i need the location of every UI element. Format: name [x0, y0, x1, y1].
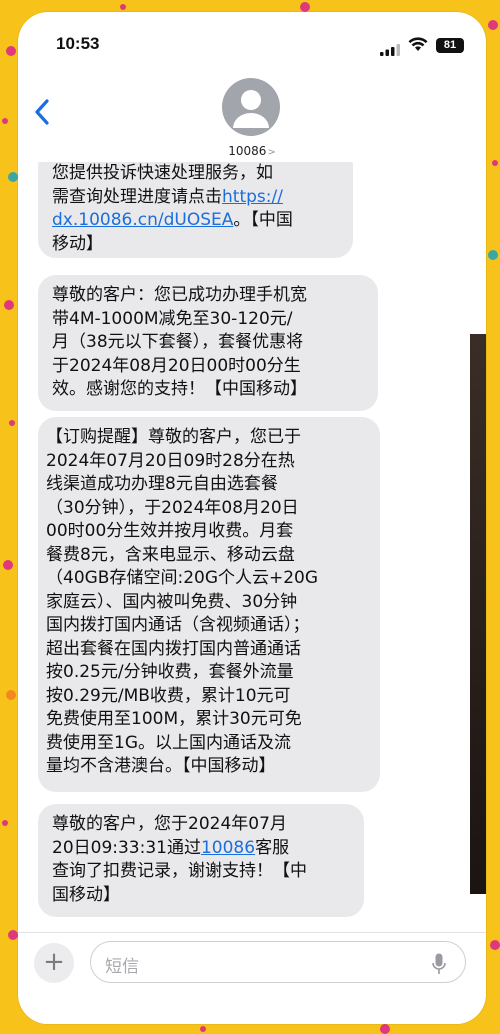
background-dot	[488, 20, 498, 30]
message-line: 20日09:33:31通过10086客服	[52, 837, 290, 858]
message-line: 线渠道成功办理8元自由选套餐	[46, 474, 278, 494]
person-icon	[233, 90, 269, 128]
message-line: 家庭云）、国内被叫免费、30分钟	[46, 591, 298, 612]
plus-icon: +	[43, 947, 65, 977]
microphone-icon[interactable]	[432, 953, 446, 979]
message-thread: 您提供投诉快速处理服务，如 需查询处理进度请点击https:// dx.1008…	[18, 162, 486, 932]
battery-indicator: 81	[436, 38, 464, 53]
message-input[interactable]: 短信	[90, 941, 466, 983]
conversation-header: 10086>	[18, 62, 486, 162]
background-dot	[6, 690, 16, 700]
message-line: 月（38元以下套餐），套餐优惠将	[52, 332, 304, 352]
message-line: 效。感谢您的支持！【中国移动】	[52, 379, 307, 399]
contact-name[interactable]: 10086	[228, 144, 266, 158]
message-line: 移动】	[52, 233, 103, 254]
message-composer: + 短信	[18, 932, 486, 1024]
message-line: 您提供投诉快速处理服务，如	[52, 163, 273, 183]
message-line: 尊敬的客户，您于2024年07月	[52, 814, 287, 834]
message-line: 按0.25元/分钟收费，套餐外流量	[46, 662, 294, 682]
message-line: 按0.29元/MB收费，累计10元可	[46, 685, 291, 706]
message-line: 国移动】	[52, 884, 120, 905]
message-line: （40GB存储空间:20G个人云+20G	[46, 568, 319, 588]
background-dot	[492, 160, 498, 166]
message-line: 国内拨打国内通话（含视频通话）；	[46, 615, 310, 635]
message-line: 2024年07月20日09时28分在热	[46, 450, 295, 471]
message-line: 查询了扣费记录，谢谢支持！【中	[52, 861, 307, 881]
message-bubble[interactable]: 【订购提醒】尊敬的客户，您已于 2024年07月20日09时28分在热 线渠道成…	[38, 417, 380, 792]
status-bar: 10:53 81	[18, 12, 486, 62]
background-dot	[8, 930, 18, 940]
message-bubble[interactable]: 您提供投诉快速处理服务，如 需查询处理进度请点击https:// dx.1008…	[38, 162, 353, 258]
back-chevron-icon[interactable]	[34, 98, 50, 130]
background-dot	[300, 2, 310, 12]
message-line: 超出套餐在国内拨打国内普通通话	[46, 638, 301, 659]
background-dot	[200, 1026, 206, 1032]
background-dot	[6, 46, 16, 56]
message-line: 量均不含港澳台。【中国移动】	[46, 756, 276, 776]
message-line: （30分钟），于2024年08月20日	[46, 497, 299, 518]
message-line: 于2024年08月20日00时00分生	[52, 355, 301, 376]
contact-avatar[interactable]	[222, 78, 280, 136]
wifi-icon	[408, 37, 428, 56]
message-link[interactable]: https://	[222, 187, 283, 207]
background-dot	[488, 250, 498, 260]
message-link[interactable]: 10086	[201, 838, 255, 858]
message-line: 00时00分生效并按月收费。月套	[46, 521, 294, 541]
background-dot	[9, 420, 15, 426]
background-dot	[2, 118, 8, 124]
message-line: 尊敬的客户：您已成功办理手机宽	[52, 285, 307, 305]
message-line: 免费使用至100M，累计30元可免	[46, 709, 302, 729]
chevron-right-icon: >	[267, 147, 276, 158]
background-dot	[120, 4, 126, 10]
background-dot	[490, 940, 500, 950]
contact-name-row[interactable]: 10086>	[18, 144, 486, 158]
message-link[interactable]: dx.10086.cn/dUOSEA	[52, 210, 233, 230]
add-attachment-button[interactable]: +	[34, 943, 74, 983]
cellular-signal-icon	[380, 41, 400, 60]
message-line: 费使用至1G。以上国内通话及流	[46, 732, 291, 753]
message-bubble[interactable]: 尊敬的客户：您已成功办理手机宽 带4M-1000M减免至30-120元/ 月（3…	[38, 275, 378, 411]
status-time: 10:53	[56, 34, 100, 53]
background-dot	[380, 1024, 390, 1034]
background-dot	[3, 560, 13, 570]
message-bubble[interactable]: 尊敬的客户，您于2024年07月 20日09:33:31通过10086客服 查询…	[38, 804, 364, 917]
message-line: 需查询处理进度请点击https://	[52, 186, 283, 207]
background-dot	[4, 300, 14, 310]
background-dot	[8, 172, 18, 182]
message-line: 带4M-1000M减免至30-120元/	[52, 308, 293, 329]
phone-screen: 10:53 81 10086> 您提供投诉快速处理服务，如 需查询处理进度请点击…	[18, 12, 486, 1024]
message-input-placeholder: 短信	[105, 957, 139, 977]
background-dot	[2, 820, 8, 826]
message-line: 餐费8元，含来电显示、移动云盘	[46, 544, 295, 565]
message-line: 【订购提醒】尊敬的客户，您已于	[46, 427, 301, 447]
message-line: dx.10086.cn/dUOSEA。【中国	[52, 210, 293, 230]
